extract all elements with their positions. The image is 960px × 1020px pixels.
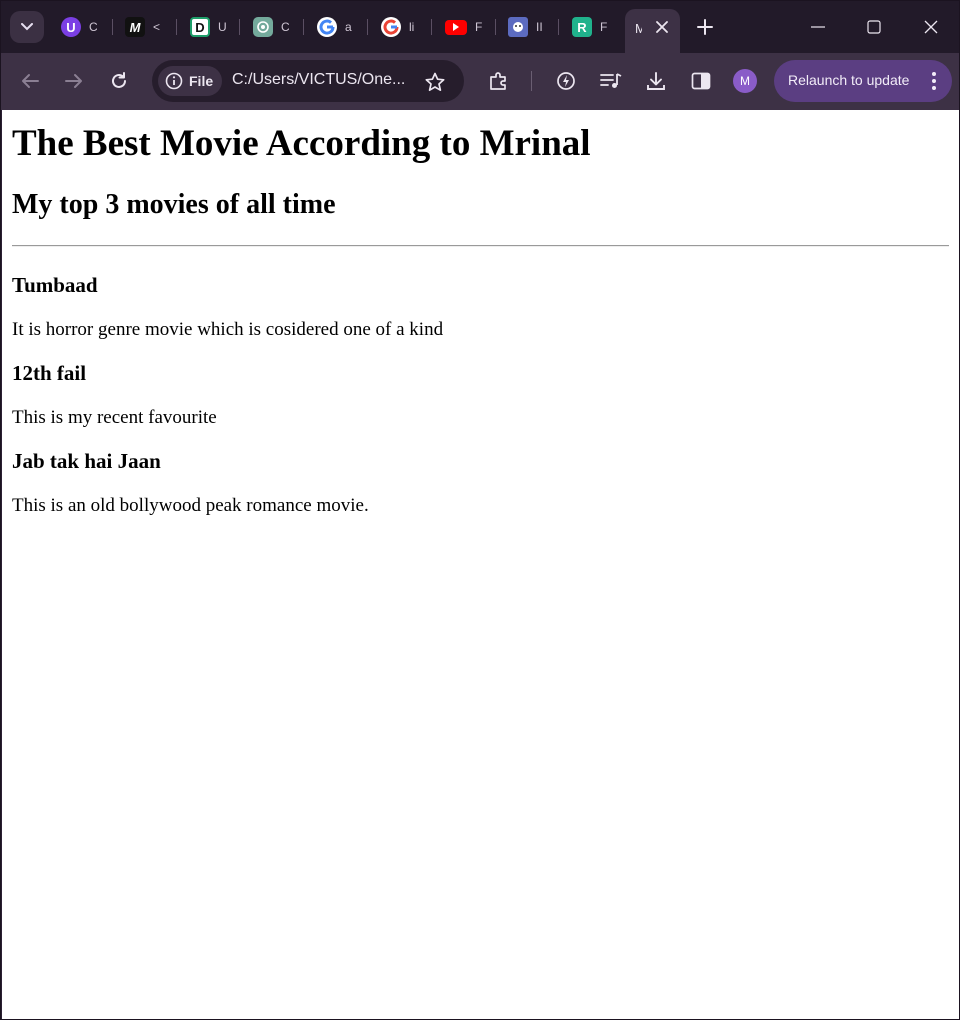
movie-description: This is an old bollywood peak romance mo… [12, 495, 369, 516]
page-content: The Best Movie According to Mrinal My to… [2, 110, 959, 1019]
tab-3[interactable]: D U [190, 11, 226, 43]
tab-2-favicon-icon: M [125, 17, 145, 37]
close-tab-button[interactable] [652, 17, 672, 37]
minimize-icon [811, 26, 825, 28]
tab-strip: U C M < D U C a li F II R F M [1, 1, 959, 53]
url-text[interactable]: C:/Users/VICTUS/One... [232, 71, 405, 89]
page-subtitle: My top 3 movies of all time [12, 189, 336, 220]
tab-7[interactable]: F [445, 11, 483, 43]
plus-icon [697, 19, 713, 35]
minimize-button[interactable] [806, 15, 830, 39]
tab-search-button[interactable] [10, 11, 44, 43]
divider [12, 245, 949, 247]
puzzle-icon [490, 72, 506, 90]
tab-7-title: F [475, 20, 483, 34]
performance-icon [557, 72, 575, 90]
tab-separator [495, 19, 496, 35]
tab-6-title: li [409, 20, 415, 34]
maximize-button[interactable] [862, 15, 886, 39]
anime-icon [508, 17, 528, 37]
close-icon [924, 20, 938, 34]
new-tab-button[interactable] [693, 15, 717, 39]
star-icon [425, 72, 445, 92]
tab-separator [239, 19, 240, 35]
tab-separator [431, 19, 432, 35]
tab-8[interactable]: II [508, 11, 544, 43]
tab-5[interactable]: a [317, 11, 353, 43]
reload-icon [112, 72, 126, 88]
kebab-menu-icon [932, 72, 936, 90]
extensions-button[interactable] [485, 67, 513, 95]
movie-title: Tumbaad [12, 273, 98, 297]
movie-description: This is my recent favourite [12, 407, 217, 428]
toolbar-divider [531, 71, 532, 91]
forward-button[interactable] [60, 67, 88, 95]
chatgpt-icon [253, 17, 273, 37]
tab-6[interactable]: li [381, 11, 417, 43]
relaunch-label: Relaunch to update [788, 72, 910, 88]
tab-separator [367, 19, 368, 35]
google-icon [381, 17, 401, 37]
tab-4[interactable]: C [253, 11, 289, 43]
tab-separator [112, 19, 113, 35]
bookmark-button[interactable] [422, 69, 448, 95]
performance-button[interactable] [552, 67, 580, 95]
info-icon [165, 72, 183, 90]
arrow-left-icon [22, 74, 39, 88]
close-window-button[interactable] [919, 15, 943, 39]
media-queue-icon [600, 73, 622, 88]
tab-9[interactable]: R F [572, 11, 608, 43]
browser-window: U C M < D U C a li F II R F M File C:/Us… [0, 0, 960, 1020]
site-info-label: File [189, 73, 214, 89]
movie-description: It is horror genre movie which is coside… [12, 319, 444, 340]
close-icon [656, 21, 668, 33]
tab-2[interactable]: M < [125, 11, 161, 43]
tab-2-title: < [153, 20, 161, 34]
toolbar: File C:/Users/VICTUS/One... M Relaunch t… [1, 53, 959, 110]
back-button[interactable] [16, 67, 44, 95]
tab-1-favicon-icon: U [61, 17, 81, 37]
page-title: The Best Movie According to Mrinal [12, 123, 591, 164]
avatar[interactable]: M [733, 69, 757, 93]
tab-9-favicon-icon: R [572, 17, 592, 37]
side-panel-icon [691, 72, 711, 90]
movie-title: Jab tak hai Jaan [12, 449, 161, 473]
tab-active[interactable]: M [625, 9, 680, 53]
tab-5-title: a [345, 20, 352, 34]
tab-8-title: II [536, 20, 543, 34]
menu-button[interactable] [926, 71, 942, 91]
arrow-right-icon [65, 74, 82, 88]
relaunch-to-update-button[interactable]: Relaunch to update [774, 60, 952, 102]
address-bar[interactable]: File C:/Users/VICTUS/One... [152, 60, 464, 102]
chevron-down-icon [21, 23, 33, 31]
tab-3-title: U [218, 20, 226, 34]
tab-9-title: F [600, 20, 608, 34]
tab-3-favicon-icon: D [190, 17, 210, 37]
tab-1-title: C [89, 20, 97, 34]
tab-separator [558, 19, 559, 35]
tab-active-title: M [635, 21, 642, 36]
tab-4-title: C [281, 20, 289, 34]
tab-separator [176, 19, 177, 35]
tab-1[interactable]: U C [61, 11, 97, 43]
reload-button[interactable] [105, 67, 133, 95]
movie-title: 12th fail [12, 361, 87, 385]
youtube-icon [445, 19, 467, 35]
maximize-icon [867, 20, 881, 34]
download-icon [647, 72, 665, 90]
tab-separator [303, 19, 304, 35]
site-info-chip[interactable]: File [158, 66, 222, 96]
side-panel-button[interactable] [687, 67, 715, 95]
downloads-button[interactable] [642, 67, 670, 95]
media-controls-button[interactable] [597, 67, 625, 95]
google-icon [317, 17, 337, 37]
